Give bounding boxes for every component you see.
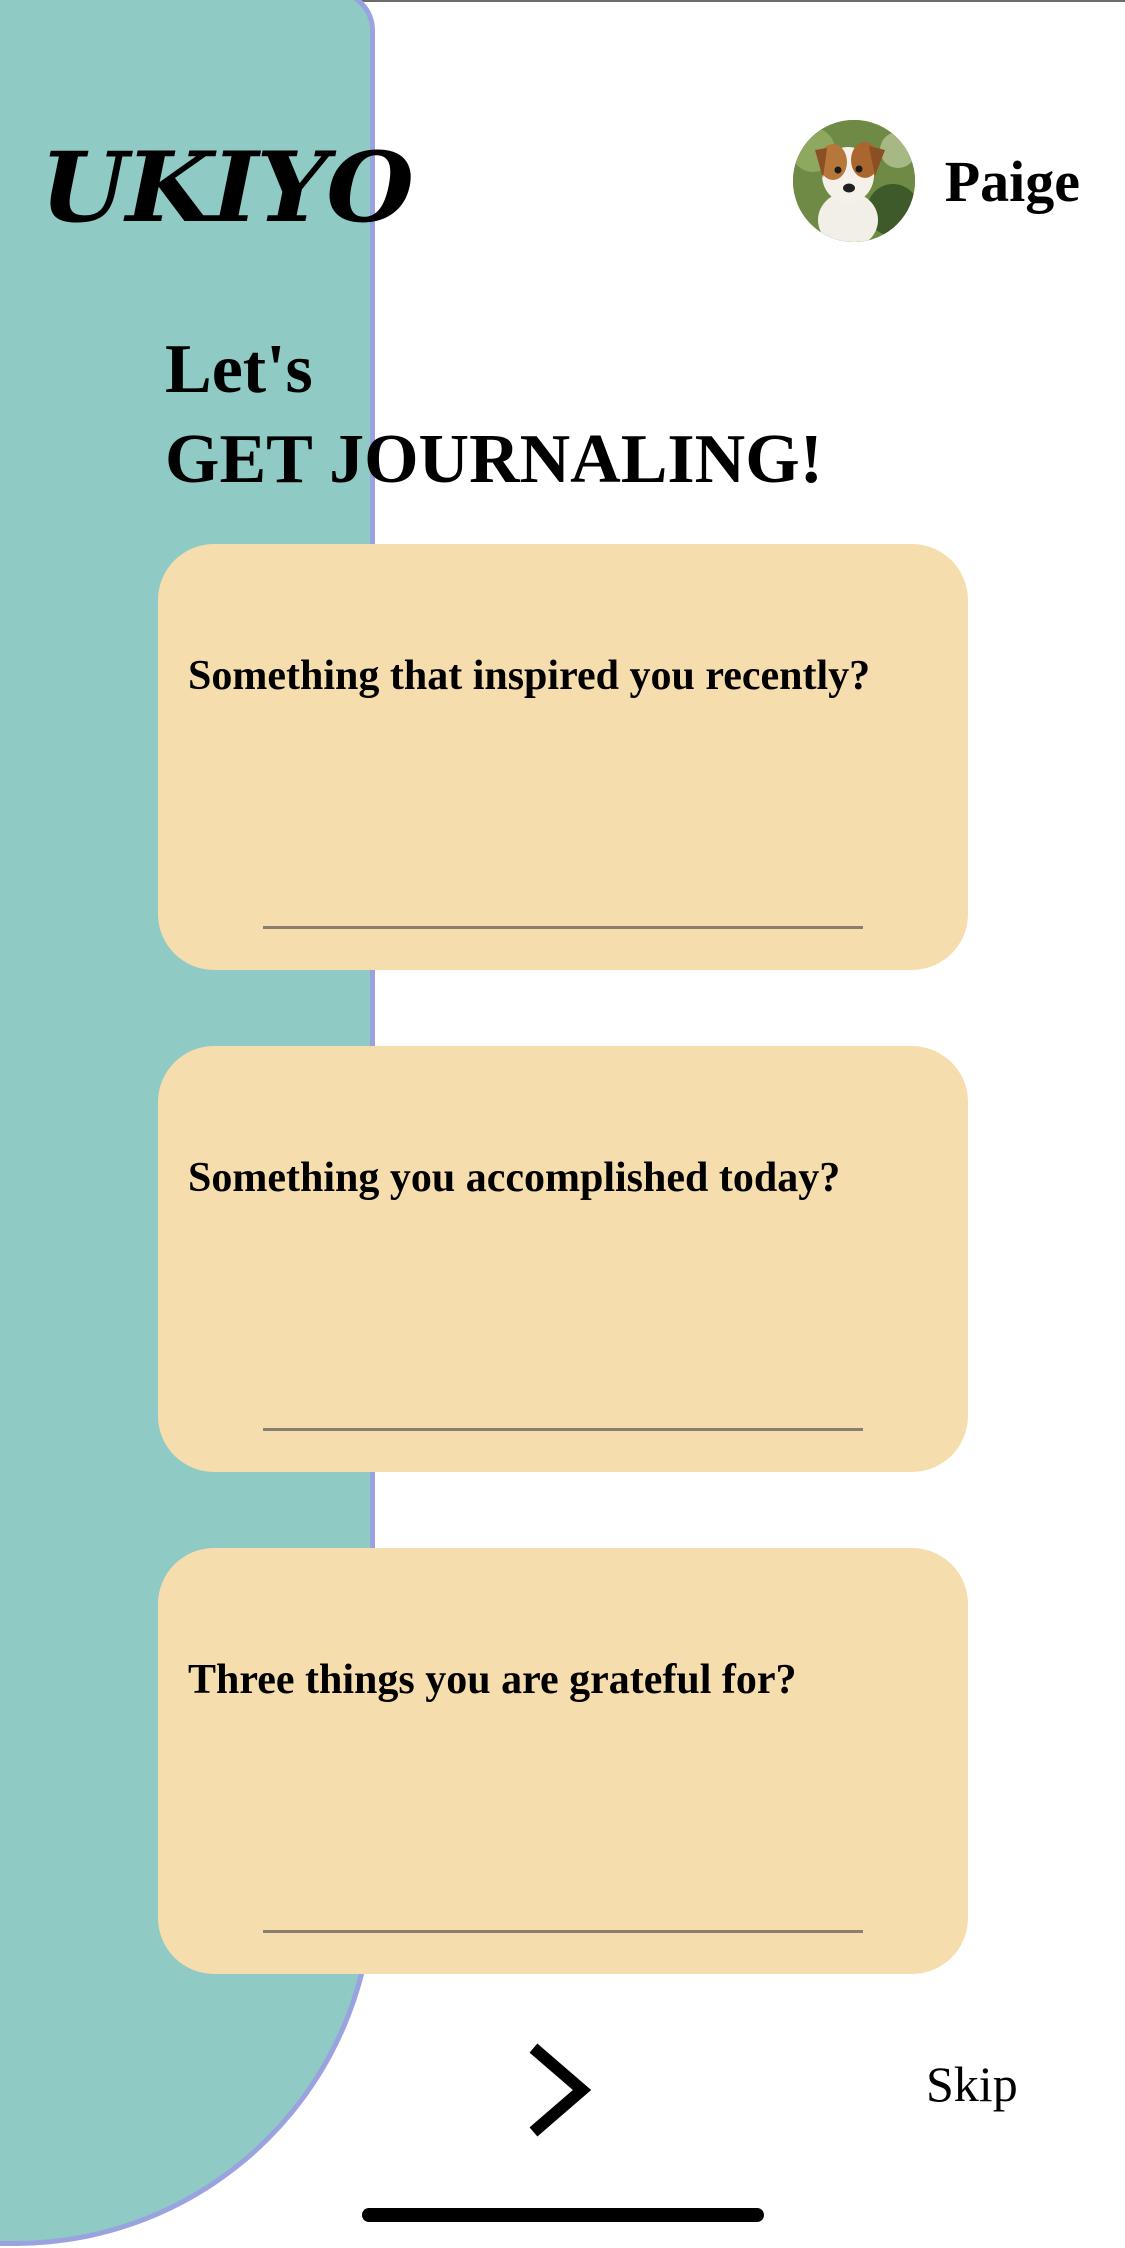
prompt-question: Something you accomplished today? — [188, 1155, 841, 1201]
dog-photo-icon — [792, 120, 915, 242]
next-button[interactable] — [520, 2040, 600, 2140]
chevron-right-icon — [529, 2043, 592, 2137]
prompt-question: Something that inspired you recently? — [188, 653, 871, 699]
user-name: Paige — [944, 148, 1080, 214]
heading-line-2: GET JOURNALING! — [165, 421, 823, 498]
prompt-card[interactable]: Three things you are grateful for? — [158, 1548, 968, 1974]
app-logo: UKIYO — [40, 131, 414, 244]
home-indicator[interactable] — [362, 2208, 764, 2222]
skip-button[interactable]: Skip — [926, 2055, 1018, 2113]
prompt-answer-input[interactable] — [263, 1930, 863, 1933]
prompt-card[interactable]: Something you accomplished today? — [158, 1046, 968, 1472]
page-heading: Let's GET JOURNALING! — [165, 325, 823, 505]
prompt-card[interactable]: Something that inspired you recently? — [158, 544, 968, 970]
prompt-answer-input[interactable] — [263, 926, 863, 929]
heading-line-1: Let's — [165, 331, 313, 408]
prompt-answer-input[interactable] — [263, 1428, 863, 1431]
avatar[interactable] — [792, 120, 915, 242]
user-profile[interactable]: Paige — [792, 120, 1080, 242]
prompt-question: Three things you are grateful for? — [188, 1657, 797, 1703]
